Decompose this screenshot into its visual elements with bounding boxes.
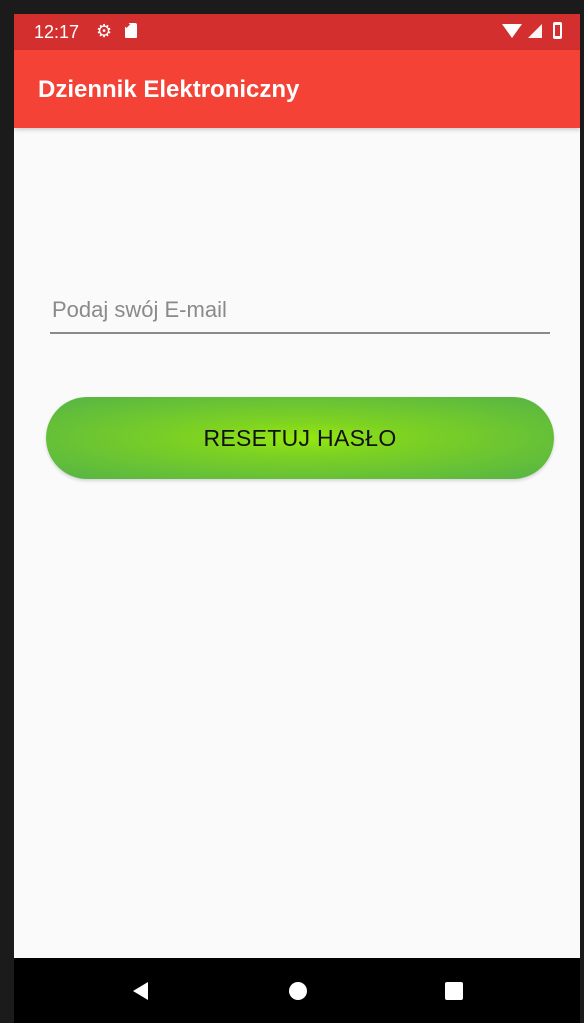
navigation-bar (14, 958, 580, 1023)
battery-icon (553, 22, 562, 39)
status-time: 12:17 (34, 22, 80, 42)
reset-password-button[interactable]: RESETUJ HASŁO (46, 397, 554, 479)
app-title: Dziennik Elektroniczny (38, 76, 300, 103)
email-field[interactable] (50, 292, 554, 334)
sd-card-icon (125, 23, 137, 38)
status-bar: 12:17 ⚙ (14, 14, 580, 50)
wifi-icon (502, 24, 522, 38)
gear-icon: ⚙ (96, 21, 113, 41)
home-icon[interactable] (289, 982, 307, 1000)
back-icon[interactable] (133, 982, 148, 1000)
device-frame-top (0, 0, 584, 14)
device-screen: 12:17 ⚙ Dziennik Elektroniczny RESETUJ H… (0, 0, 584, 1023)
device-frame-left (0, 0, 14, 1023)
app-bar: Dziennik Elektroniczny (14, 50, 580, 128)
recents-icon[interactable] (445, 982, 463, 1000)
email-input[interactable] (50, 292, 554, 328)
device-frame-right (580, 0, 584, 1023)
signal-icon (528, 24, 542, 38)
